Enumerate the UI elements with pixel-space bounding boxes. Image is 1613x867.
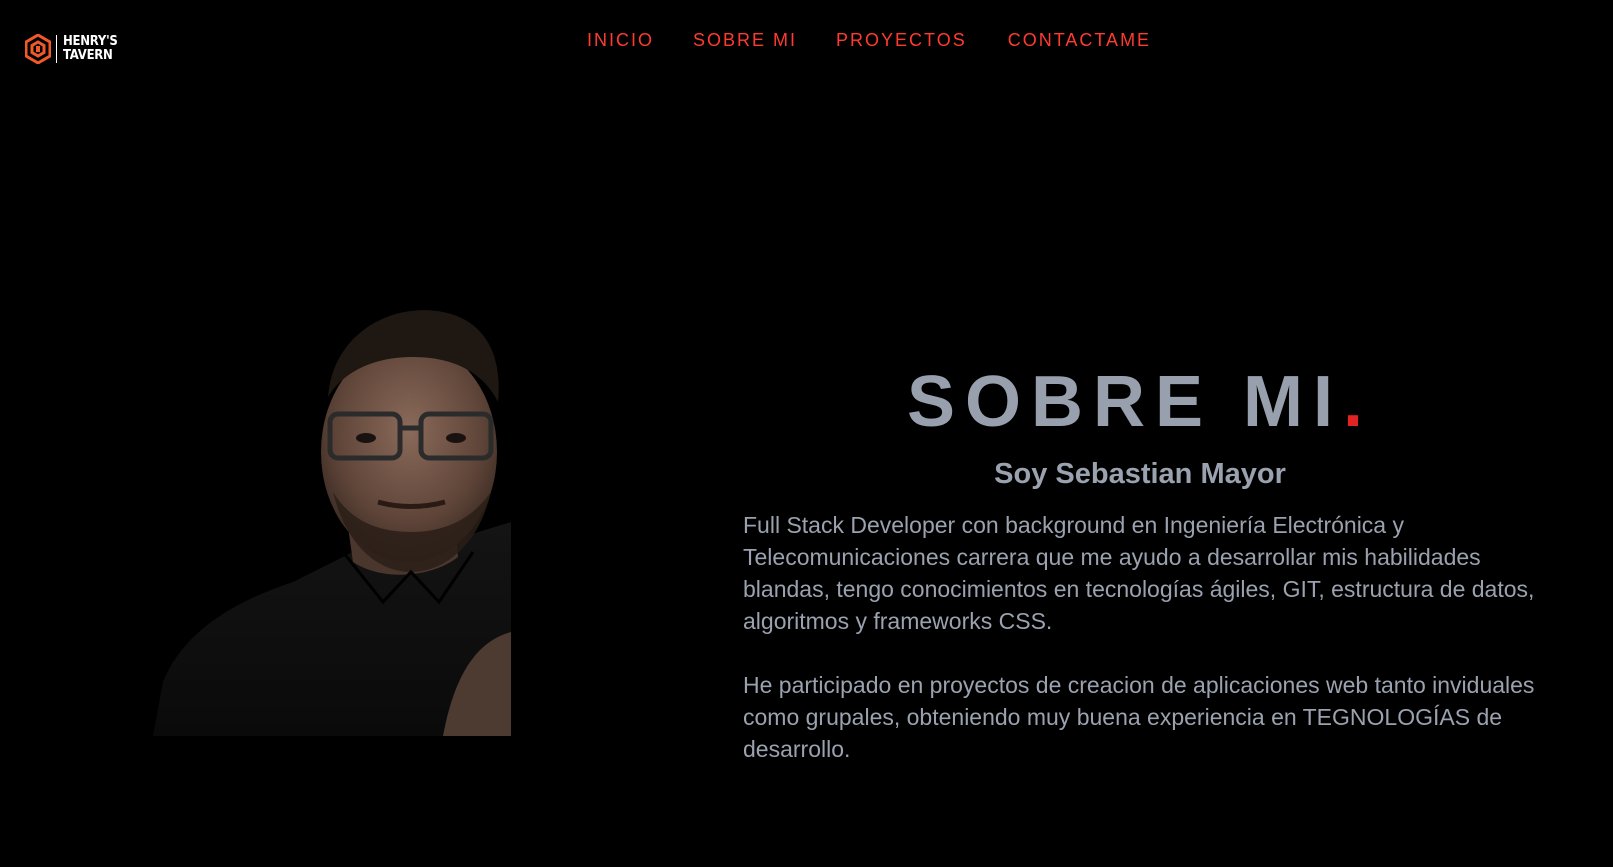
subtitle: Soy Sebastian Mayor [994,458,1286,490]
main-nav: INICIO SOBRE MI PROYECTOS CONTACTAME [587,29,1151,51]
section-title: SOBRE MI. [740,360,1540,444]
logo-line-1: HENRY'S [63,34,118,49]
bio: Full Stack Developer con background en I… [743,509,1543,765]
nav-contactame[interactable]: CONTACTAME [1008,29,1151,51]
logo-link[interactable]: HENRY'S TAVERN [25,34,124,64]
page: HENRY'S TAVERN INICIO SOBRE MI PROYECTOS… [0,0,1613,867]
section-title-text: SOBRE MI [906,362,1343,442]
nav-inicio[interactable]: INICIO [587,29,654,51]
nav-proyectos[interactable]: PROYECTOS [836,29,967,51]
profile-photo [153,302,511,736]
logo-line-2: TAVERN [63,48,113,63]
henrys-tavern-logo-icon [25,34,51,64]
logo-text: HENRY'S TAVERN [63,35,118,63]
logo-divider [56,35,57,63]
section-title-dot: . [1343,362,1374,442]
bio-paragraph-1: Full Stack Developer con background en I… [743,512,1535,634]
bio-paragraph-2: He participado en proyectos de creacion … [743,672,1535,762]
nav-sobre-mi[interactable]: SOBRE MI [693,29,797,51]
